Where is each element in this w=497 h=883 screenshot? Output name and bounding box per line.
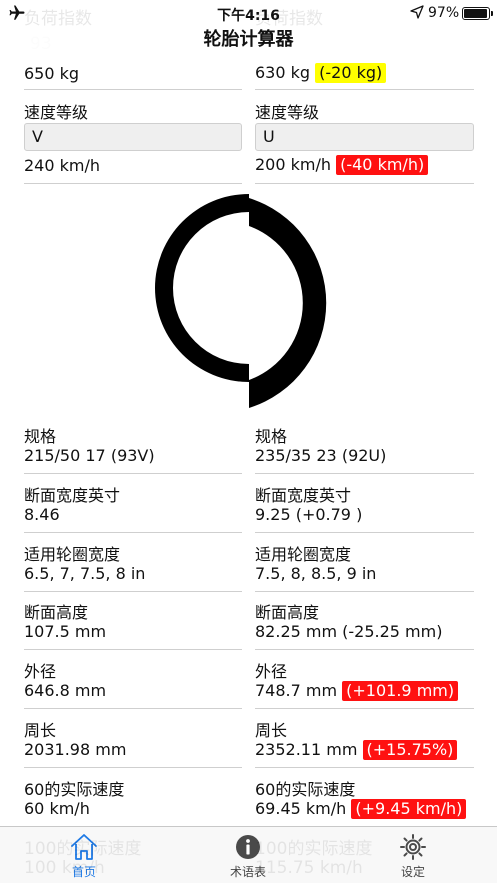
spec-row: 断面宽度英寸 9.25 (+0.79 ) — [255, 474, 474, 533]
spec-value: 215/50 17 (93V) — [24, 446, 155, 465]
spec-value-text: 2352.11 mm — [255, 740, 358, 759]
speed-row: 速度等级 V 240 km/h — [24, 90, 242, 184]
page-title: 轮胎计算器 — [0, 26, 497, 56]
tab-settings-label: 设定 — [400, 865, 425, 879]
tab-home[interactable]: 首页 — [24, 827, 144, 883]
spec-row: 周长 2352.11 mm (+15.75%) — [255, 709, 474, 768]
spec-value-text: 215/50 17 (93V) — [24, 446, 155, 465]
spec-value-text: 6.5, 7, 7.5, 8 in — [24, 564, 146, 583]
spec-row: 断面高度 107.5 mm — [24, 591, 242, 650]
spec-value-text: 748.7 mm — [255, 681, 338, 700]
spec-value-text: 646.8 mm — [24, 681, 107, 700]
spec-label: 断面高度 — [255, 603, 320, 622]
speed-rating-field[interactable]: U — [255, 123, 474, 151]
spec-label: 60的实际速度 — [24, 780, 125, 799]
spec-value-text: 107.5 mm — [24, 622, 107, 641]
spec-value-text: 2031.98 mm — [24, 740, 127, 759]
tab-settings[interactable]: 设定 — [353, 827, 473, 883]
spec-row: 断面高度 82.25 mm (-25.25 mm) — [255, 591, 474, 650]
speed-row: 速度等级 U 200 km/h (-40 km/h) — [255, 90, 474, 184]
spec-row: 适用轮圈宽度 6.5, 7, 7.5, 8 in — [24, 533, 242, 592]
speed-label: 速度等级 — [255, 103, 320, 122]
spec-value: 6.5, 7, 7.5, 8 in — [24, 564, 145, 583]
spec-value: 235/35 23 (92U) — [255, 446, 386, 465]
speed-label: 速度等级 — [24, 103, 89, 122]
spec-value: 69.45 km/h (+9.45 km/h) — [255, 799, 467, 819]
spec-row: 断面宽度英寸 8.46 — [24, 474, 242, 533]
spec-value-text: 82.25 mm (-25.25 mm) — [255, 622, 443, 641]
load-value: 630 kg (-20 kg) — [255, 63, 387, 83]
load-row: 630 kg (-20 kg) — [255, 60, 474, 90]
spec-row: 外径 646.8 mm — [24, 650, 242, 709]
spec-label: 外径 — [24, 662, 57, 681]
load-diff-badge: (-20 kg) — [315, 63, 387, 83]
spec-row: 60的实际速度 69.45 km/h (+9.45 km/h) — [255, 768, 474, 827]
spec-label: 断面高度 — [24, 603, 89, 622]
spec-label: 适用轮圈宽度 — [24, 545, 121, 564]
status-bar: 下午4:16 97% — [0, 0, 497, 26]
spec-diff-badge: (+101.9 mm) — [342, 681, 459, 701]
spec-value-text: 9.25 (+0.79 ) — [255, 505, 363, 524]
spec-value: 748.7 mm (+101.9 mm) — [255, 681, 459, 701]
spec-value: 7.5, 8, 8.5, 9 in — [255, 564, 376, 583]
spec-value: 107.5 mm — [24, 622, 106, 641]
tab-home-label: 首页 — [71, 865, 96, 879]
spec-value: 2031.98 mm — [24, 740, 126, 759]
spec-value-text: 235/35 23 (92U) — [255, 446, 387, 465]
spec-value: 646.8 mm — [24, 681, 106, 700]
speed-value-text: 200 km/h — [255, 155, 332, 174]
spec-label: 断面宽度英寸 — [255, 486, 352, 505]
tab-glossary-label: 术语表 — [229, 865, 266, 879]
gear-icon — [400, 834, 426, 860]
load-value-text: 630 kg — [255, 63, 311, 82]
spec-label: 断面宽度英寸 — [24, 486, 121, 505]
spec-value: 82.25 mm (-25.25 mm) — [255, 622, 442, 641]
tab-bar: 首页 术语表 设定 — [0, 826, 497, 883]
spec-value-text: 69.45 km/h — [255, 799, 347, 818]
spec-label: 60的实际速度 — [255, 780, 356, 799]
tab-glossary[interactable]: 术语表 — [188, 827, 308, 883]
new-tire-half — [249, 198, 327, 408]
spec-label: 规格 — [255, 427, 288, 446]
load-row: 650 kg — [24, 60, 242, 90]
spec-value-text: 8.46 — [24, 505, 60, 524]
spec-diff-badge: (+15.75%) — [362, 740, 458, 760]
tire-comparison-graphic — [155, 194, 327, 408]
speed-rating-field[interactable]: V — [24, 123, 242, 151]
spec-row: 适用轮圈宽度 7.5, 8, 8.5, 9 in — [255, 533, 474, 592]
spec-value-text: 7.5, 8, 8.5, 9 in — [255, 564, 377, 583]
battery-percent: 97% — [428, 5, 460, 21]
speed-value: 240 km/h — [24, 156, 101, 175]
spec-label: 周长 — [24, 721, 57, 740]
spec-row: 60的实际速度 60 km/h — [24, 768, 242, 827]
spec-row: 周长 2031.98 mm — [24, 709, 242, 768]
spec-row: 外径 748.7 mm (+101.9 mm) — [255, 650, 474, 709]
spec-row: 规格 215/50 17 (93V) — [24, 415, 242, 474]
spec-value: 9.25 (+0.79 ) — [255, 505, 362, 524]
spec-diff-badge: (+9.45 km/h) — [351, 799, 467, 819]
spec-label: 外径 — [255, 662, 288, 681]
info-icon — [236, 835, 260, 859]
battery-icon — [462, 7, 493, 20]
spec-label: 周长 — [255, 721, 288, 740]
load-value: 650 kg — [24, 64, 80, 83]
spec-value: 8.46 — [24, 505, 60, 524]
home-icon — [71, 834, 97, 860]
spec-label: 规格 — [24, 427, 57, 446]
spec-value-text: 60 km/h — [24, 799, 90, 818]
current-tire-half — [155, 194, 249, 382]
location-arrow-icon — [410, 5, 424, 19]
spec-value: 2352.11 mm (+15.75%) — [255, 740, 458, 760]
speed-value: 200 km/h (-40 km/h) — [255, 155, 429, 175]
spec-row: 规格 235/35 23 (92U) — [255, 415, 474, 474]
speed-diff-badge: (-40 km/h) — [336, 155, 429, 175]
spec-value: 60 km/h — [24, 799, 90, 818]
spec-label: 适用轮圈宽度 — [255, 545, 352, 564]
